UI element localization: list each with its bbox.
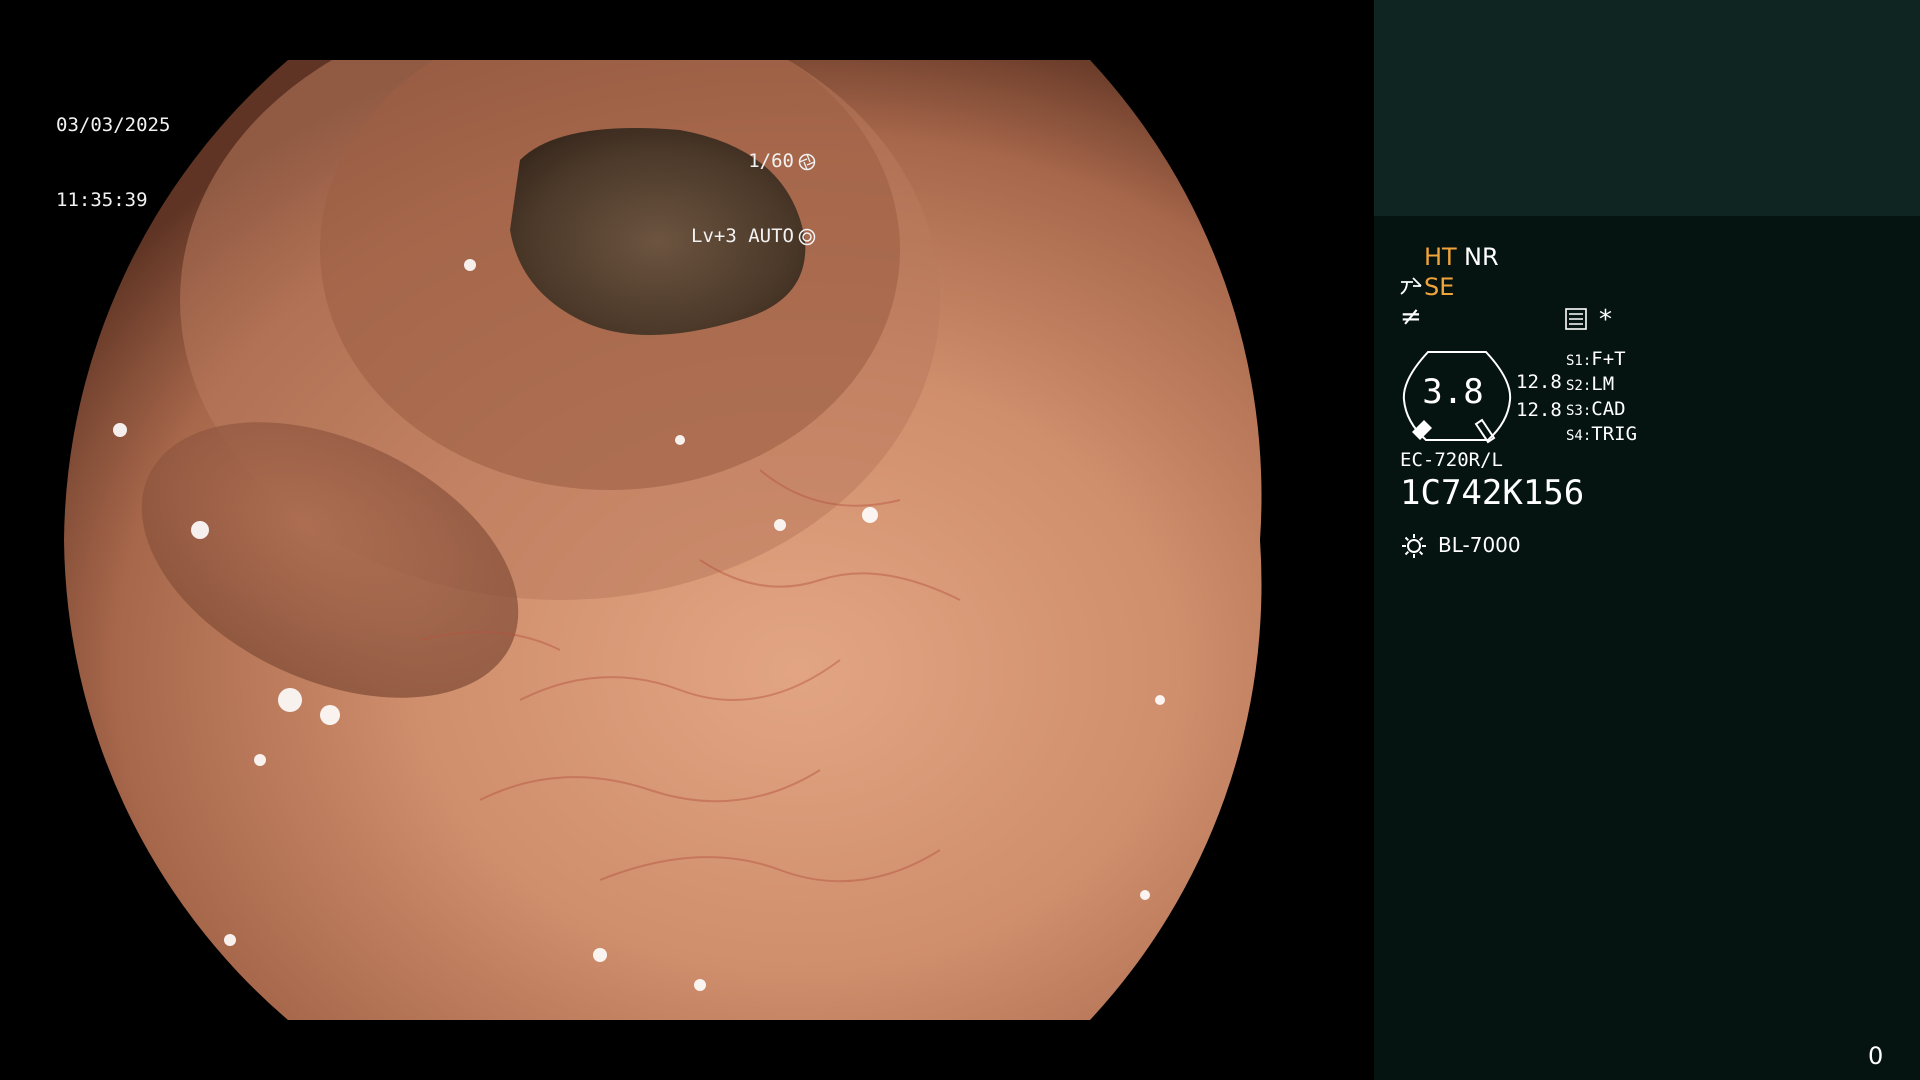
settings-list-icon [1565, 308, 1587, 330]
gauge-reading-2: 12.8 [1516, 399, 1562, 421]
frame-counter: 0 [1868, 1042, 1884, 1070]
switch-4-value: TRIG [1591, 423, 1638, 445]
asterisk-indicator: * [1599, 305, 1612, 335]
light-source-icon [1402, 534, 1426, 558]
aperture-icon [798, 153, 816, 170]
switch-1-value: F+T [1591, 348, 1626, 370]
endoscope-view-area: 03/03/2025 11:35:39 1/60 Lv+3 AUTO [0, 0, 1374, 1080]
shutter-row: 1/60 [691, 149, 816, 174]
exposure-readout: 1/60 Lv+3 AUTO [691, 99, 816, 299]
switch-2-key: S2: [1566, 378, 1592, 394]
switch-2-value: LM [1591, 373, 1615, 395]
enhancement-icon [1400, 277, 1422, 295]
endoscopic-image [64, 60, 1262, 1020]
datetime-readout: 03/03/2025 11:35:39 [56, 63, 170, 263]
switch-1: S1:F+T [1566, 348, 1626, 370]
structure-indicator: ≠ [1400, 302, 1422, 332]
switch-3-value: CAD [1591, 398, 1626, 420]
level-row: Lv+3 AUTO [691, 224, 816, 249]
level-mode-text: Lv+3 AUTO [691, 225, 794, 247]
gauge-reading-1: 12.8 [1516, 371, 1562, 393]
panel-header-area [1374, 0, 1920, 216]
time-text: 11:35:39 [56, 189, 148, 211]
switch-4-key: S4: [1566, 428, 1592, 444]
switch-2: S2:LM [1566, 373, 1614, 395]
se-indicator: SE [1424, 273, 1455, 301]
switch-1-key: S1: [1566, 353, 1592, 369]
switch-3: S3:CAD [1566, 398, 1626, 420]
light-source-label: BL-7000 [1438, 533, 1521, 557]
ht-indicator: HT [1424, 243, 1457, 271]
switch-4: S4:TRIG [1566, 423, 1637, 445]
date-text: 03/03/2025 [56, 114, 171, 136]
scope-model: EC-720R/L [1400, 449, 1503, 471]
shutter-text: 1/60 [748, 150, 794, 172]
status-panel: HT NR SE ≠ * 3.8 12.8 12.8 S1:F+T S2:LM … [1374, 0, 1920, 1080]
gauge-value: 3.8 [1422, 372, 1484, 412]
nr-indicator: NR [1464, 243, 1499, 271]
scope-serial: 1C742K156 [1400, 473, 1585, 513]
auto-iris-icon [798, 228, 816, 245]
switch-3-key: S3: [1566, 403, 1592, 419]
